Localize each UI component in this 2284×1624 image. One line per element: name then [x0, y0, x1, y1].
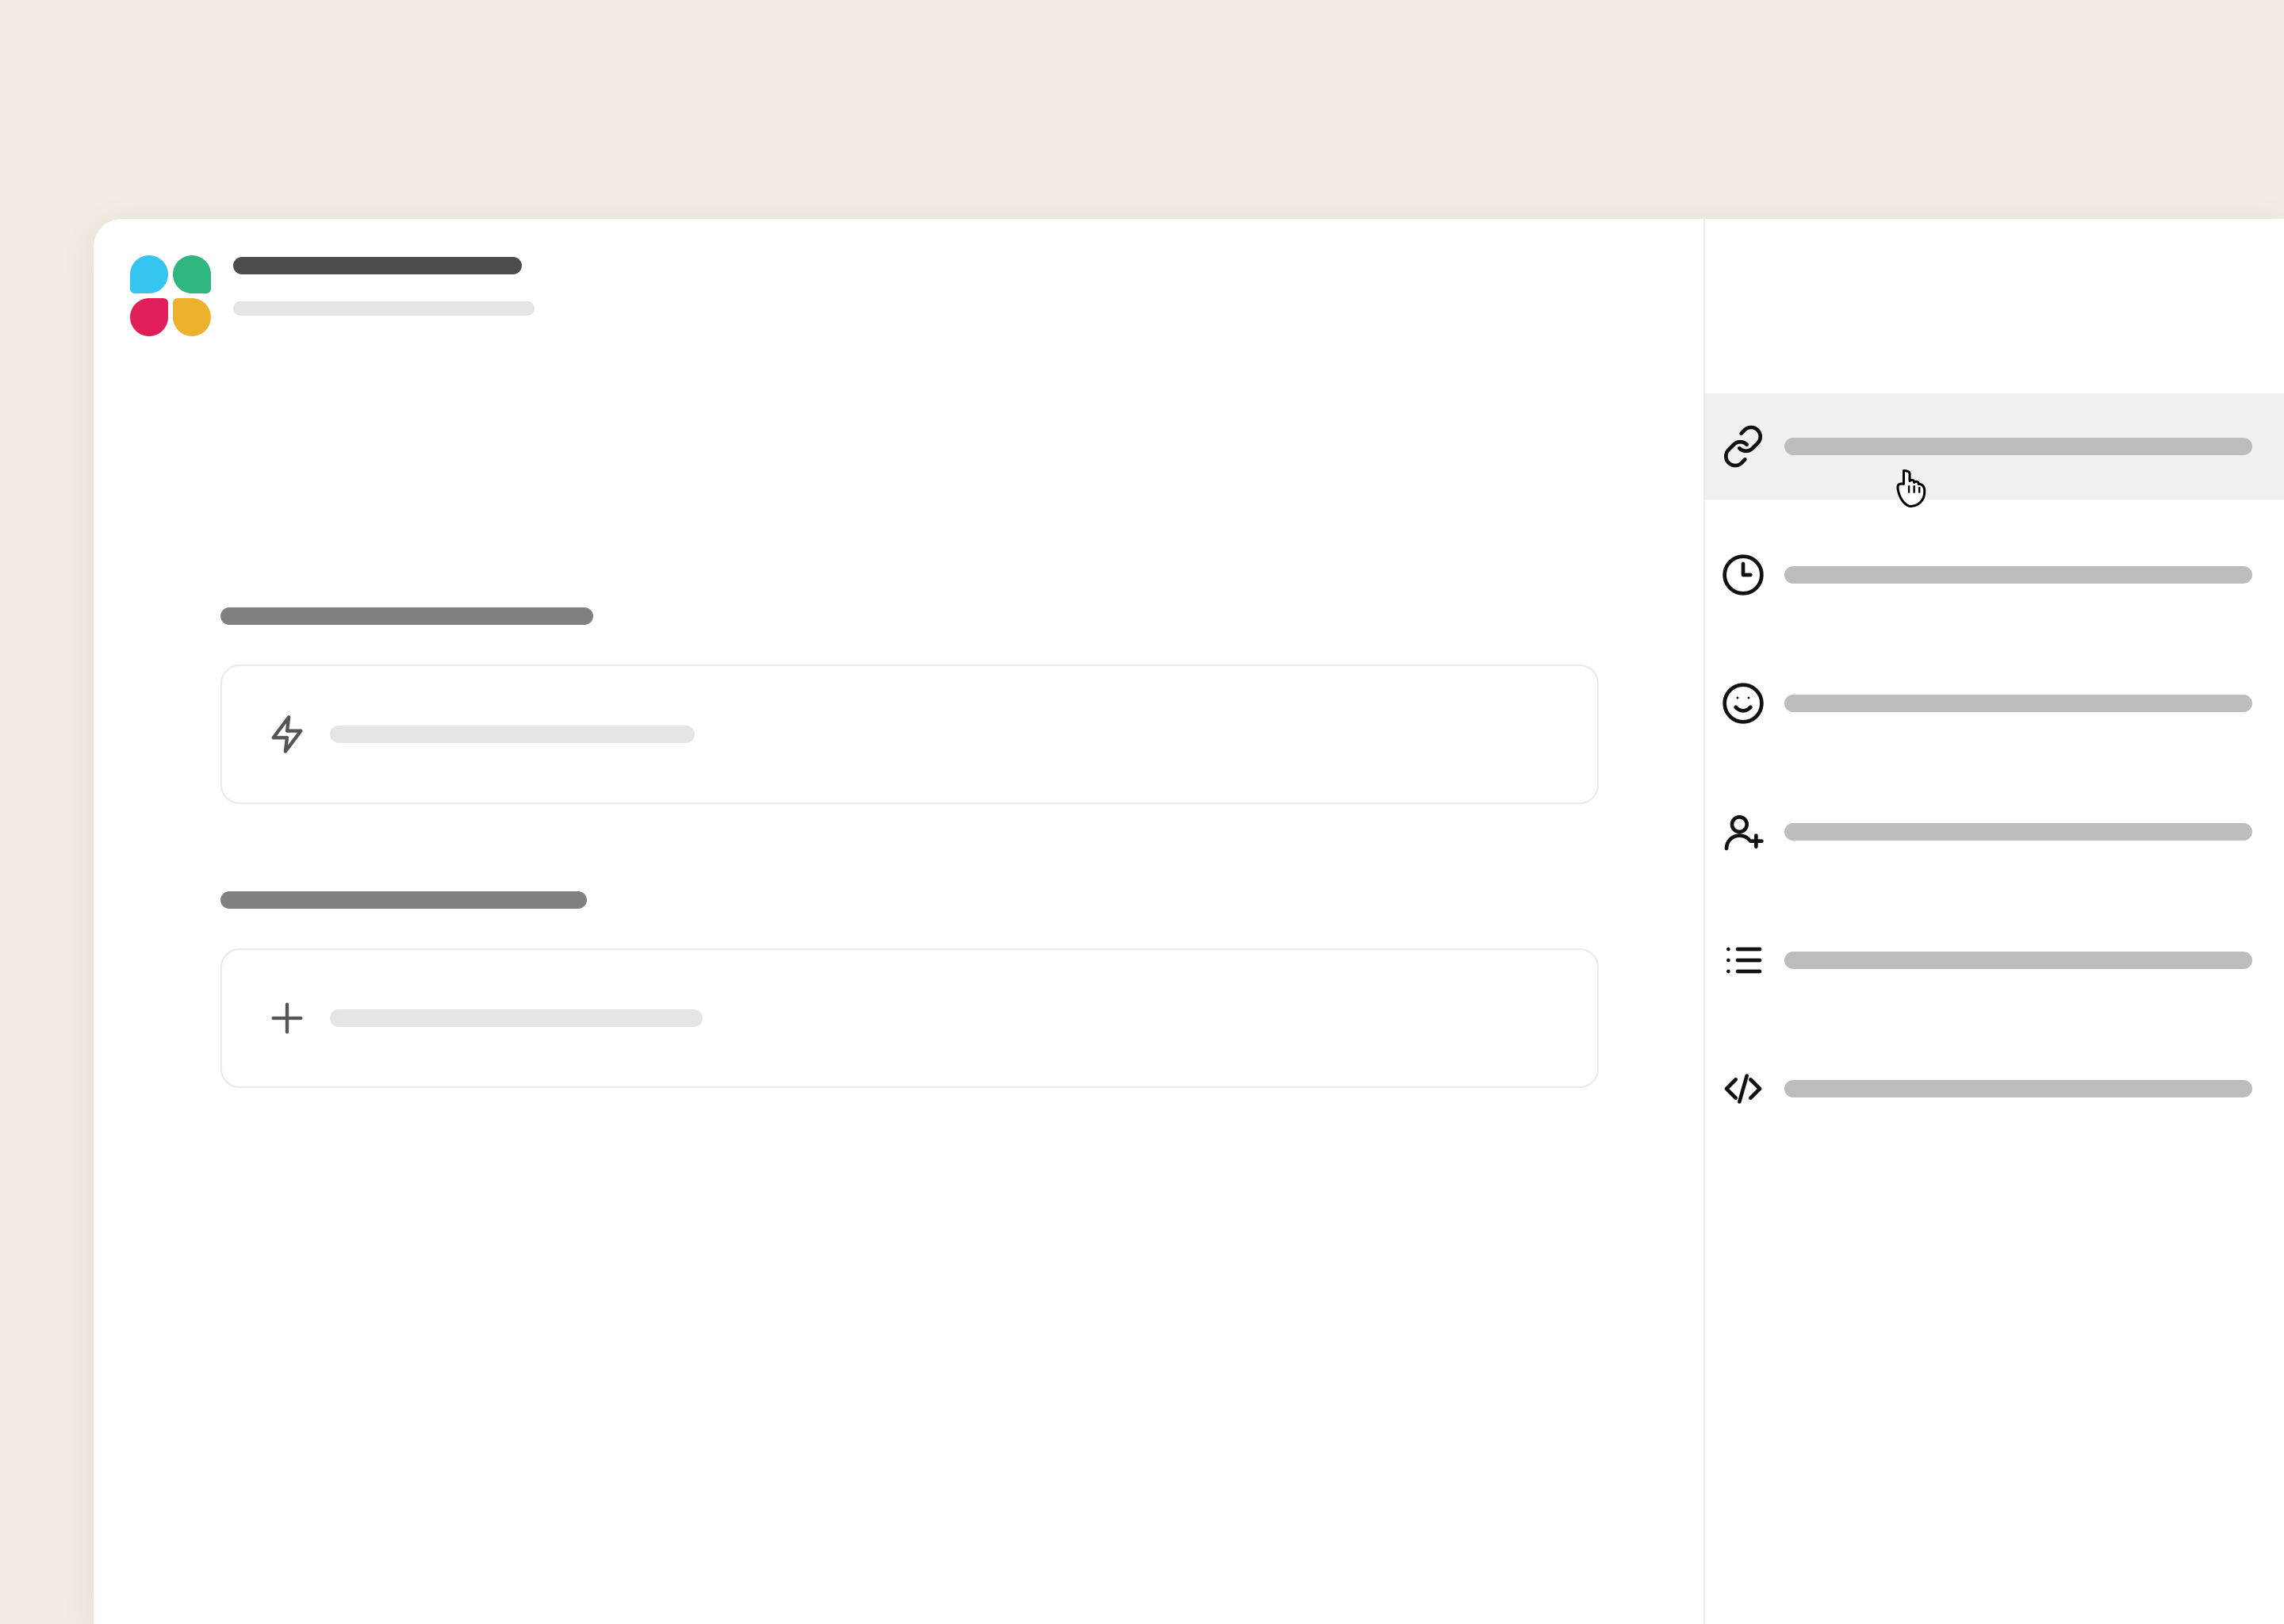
list-icon: [1721, 938, 1765, 982]
menu-item-smiley[interactable]: [1705, 650, 2284, 756]
app-window: [94, 219, 2284, 1624]
app-logo: [128, 254, 213, 338]
menu-item-link[interactable]: [1705, 393, 2284, 500]
section-1-heading: [220, 607, 593, 625]
clock-icon: [1721, 553, 1765, 597]
section-1-card-text: [330, 726, 695, 743]
app-title: [233, 257, 522, 274]
right-pane: [1705, 219, 2284, 1624]
section-2-heading: [220, 891, 587, 909]
logo-segment-cyan: [130, 255, 168, 293]
section-1-card[interactable]: [220, 665, 1599, 804]
section-2-card[interactable]: [220, 948, 1599, 1088]
logo-segment-red: [130, 298, 168, 336]
menu-item-clock-label: [1784, 566, 2252, 584]
menu-item-code[interactable]: [1705, 1036, 2284, 1142]
logo-segment-yellow: [173, 298, 211, 336]
link-icon: [1721, 424, 1765, 469]
menu-item-list-label: [1784, 952, 2252, 969]
app-subtitle: [233, 301, 535, 316]
app-header: [128, 254, 1656, 338]
code-icon: [1721, 1067, 1765, 1111]
section-2: [220, 891, 1656, 1088]
smiley-icon: [1721, 681, 1765, 726]
right-menu: [1705, 393, 2284, 1142]
menu-item-clock[interactable]: [1705, 522, 2284, 628]
main-pane: [94, 219, 1703, 1624]
menu-item-list[interactable]: [1705, 907, 2284, 1013]
logo-segment-green: [173, 255, 211, 293]
section-2-card-text: [330, 1009, 703, 1027]
menu-item-user-plus-label: [1784, 823, 2252, 841]
menu-item-code-label: [1784, 1080, 2252, 1097]
user-plus-icon: [1721, 810, 1765, 854]
bolt-icon: [266, 714, 308, 755]
menu-item-user-plus[interactable]: [1705, 779, 2284, 885]
content-area: [128, 338, 1656, 1088]
menu-item-smiley-label: [1784, 695, 2252, 712]
section-1: [220, 607, 1656, 804]
menu-item-link-label: [1784, 438, 2252, 455]
header-text: [233, 254, 535, 316]
plus-icon: [266, 998, 308, 1039]
